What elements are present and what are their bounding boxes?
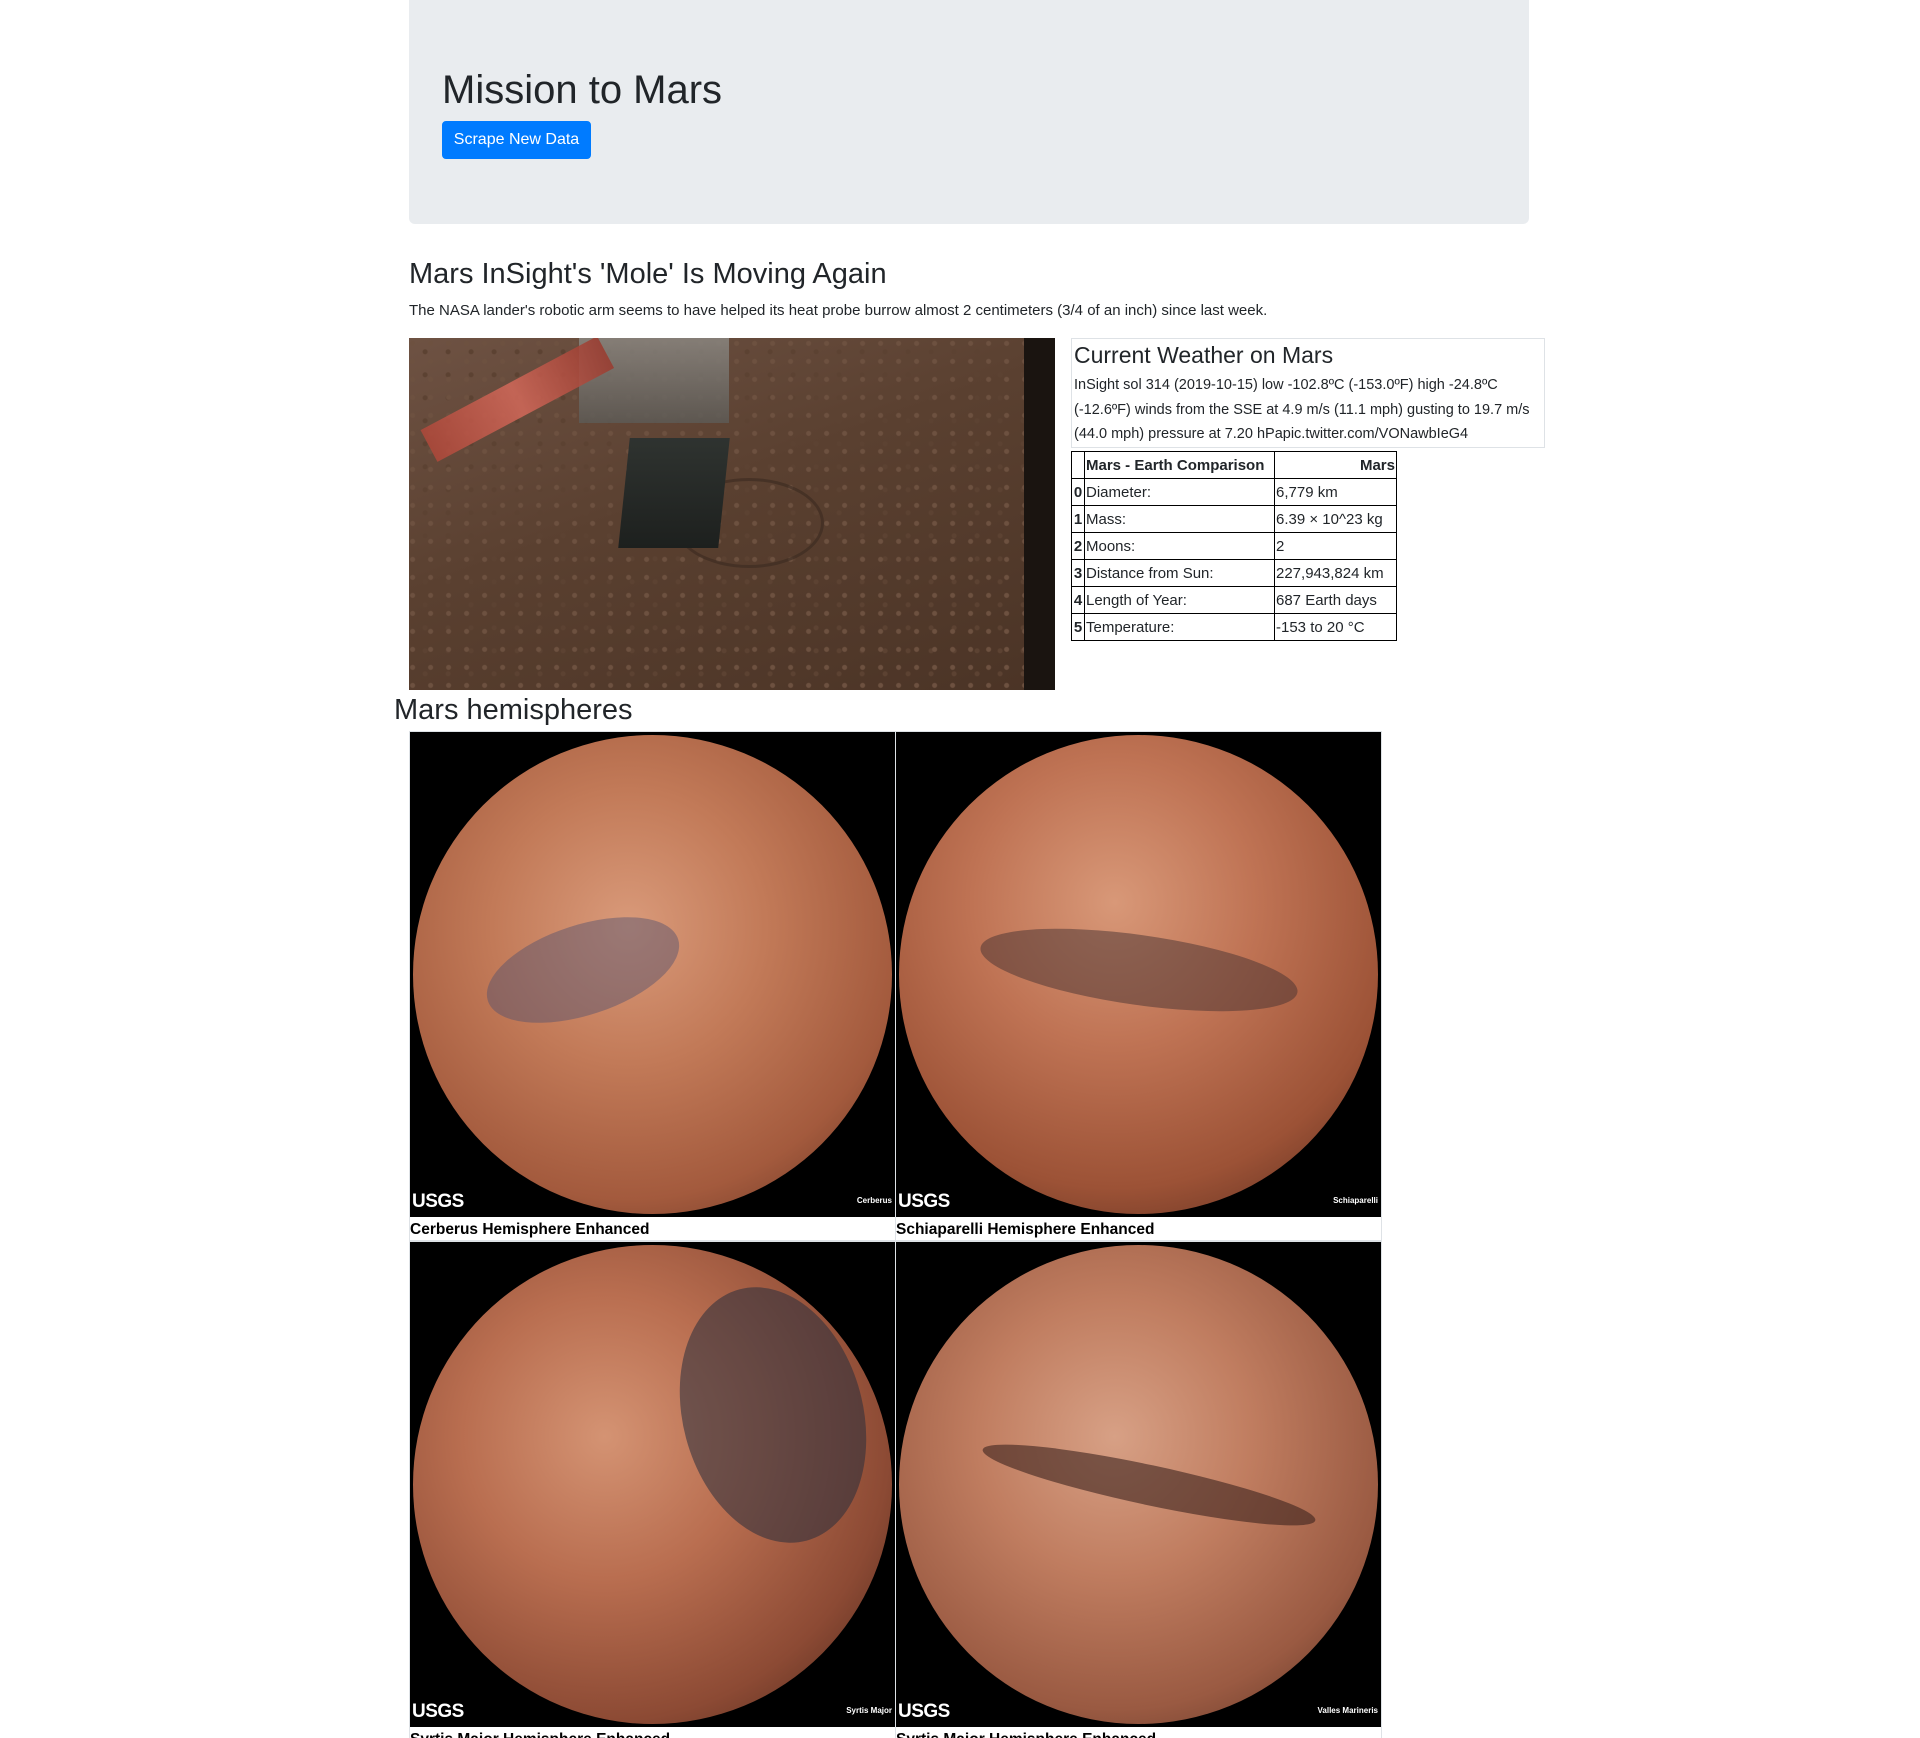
row-index: 0 (1071, 478, 1085, 506)
mars-facts-table: Mars - Earth Comparison Mars 0 Diameter:… (1071, 451, 1397, 641)
weather-panel: Current Weather on Mars InSight sol 314 … (1071, 338, 1545, 448)
table-row: 2 Moons: 2 (1071, 532, 1397, 560)
news-teaser: The NASA lander's robotic arm seems to h… (409, 302, 1268, 319)
hemisphere-caption: Syrtis Major Hemisphere Enhanced (896, 1729, 1156, 1738)
row-label: Length of Year: (1084, 586, 1275, 614)
hemisphere-image: USGS Schiaparelli (896, 732, 1381, 1217)
jumbotron-header: Mission to Mars Scrape New Data (409, 0, 1529, 224)
row-index: 2 (1071, 532, 1085, 560)
hemisphere-image-tag: Syrtis Major (846, 1706, 892, 1715)
table-header-row: Mars - Earth Comparison Mars (1071, 451, 1397, 479)
usgs-logo: USGS (412, 1191, 464, 1212)
table-row: 0 Diameter: 6,779 km (1071, 478, 1397, 506)
hemisphere-image: USGS Valles Marineris (896, 1242, 1381, 1727)
row-value: 6,779 km (1274, 478, 1397, 506)
usgs-logo: USGS (898, 1701, 950, 1722)
row-value: 2 (1274, 532, 1397, 560)
scrape-new-data-button[interactable]: Scrape New Data (442, 121, 591, 159)
featured-image (409, 338, 1055, 690)
hemisphere-image-tag: Cerberus (856, 1196, 892, 1205)
table-row: 5 Temperature: -153 to 20 °C (1071, 613, 1397, 641)
table-header-index (1071, 451, 1085, 479)
row-label: Diameter: (1084, 478, 1275, 506)
table-row: 4 Length of Year: 687 Earth days (1071, 586, 1397, 614)
page-title: Mission to Mars (442, 68, 723, 112)
row-label: Mass: (1084, 505, 1275, 533)
hemisphere-image-tag: Schiaparelli (1333, 1196, 1378, 1205)
row-index: 1 (1071, 505, 1085, 533)
hemisphere-caption: Cerberus Hemisphere Enhanced (410, 1221, 650, 1238)
hemisphere-image: USGS Cerberus (410, 732, 895, 1217)
row-value: -153 to 20 °C (1274, 613, 1397, 641)
row-value: 687 Earth days (1274, 586, 1397, 614)
row-label: Temperature: (1084, 613, 1275, 641)
row-label: Distance from Sun: (1084, 559, 1275, 587)
table-header-mars: Mars (1274, 451, 1397, 479)
row-value: 227,943,824 km (1274, 559, 1397, 587)
weather-heading: Current Weather on Mars (1074, 342, 1334, 368)
hemisphere-card: USGS Cerberus Cerberus Hemisphere Enhanc… (409, 731, 896, 1241)
row-index: 5 (1071, 613, 1085, 641)
news-title: Mars InSight's 'Mole' Is Moving Again (409, 258, 887, 290)
hemisphere-caption: Schiaparelli Hemisphere Enhanced (896, 1221, 1155, 1238)
hemisphere-card: USGS Syrtis Major Syrtis Major Hemispher… (409, 1241, 896, 1738)
usgs-logo: USGS (412, 1701, 464, 1722)
hemispheres-heading: Mars hemispheres (394, 694, 633, 726)
hemisphere-card: USGS Valles Marineris Syrtis Major Hemis… (895, 1241, 1382, 1738)
hemisphere-caption: Syrtis Major Hemisphere Enhanced (410, 1729, 670, 1738)
hemisphere-card: USGS Schiaparelli Schiaparelli Hemispher… (895, 731, 1382, 1241)
row-label: Moons: (1084, 532, 1275, 560)
usgs-logo: USGS (898, 1191, 950, 1212)
row-index: 3 (1071, 559, 1085, 587)
table-row: 3 Distance from Sun: 227,943,824 km (1071, 559, 1397, 587)
table-header-comparison: Mars - Earth Comparison (1084, 451, 1275, 479)
hemisphere-image: USGS Syrtis Major (410, 1242, 895, 1727)
row-index: 4 (1071, 586, 1085, 614)
hemisphere-image-tag: Valles Marineris (1317, 1706, 1378, 1715)
weather-text: InSight sol 314 (2019-10-15) low -102.8º… (1074, 377, 1530, 442)
row-value: 6.39 × 10^23 kg (1274, 505, 1397, 533)
table-row: 1 Mass: 6.39 × 10^23 kg (1071, 505, 1397, 533)
